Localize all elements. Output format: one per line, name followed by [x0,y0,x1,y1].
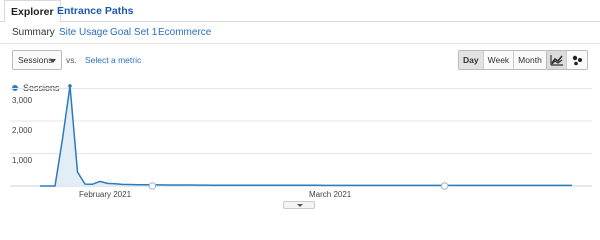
chevron-down-icon [297,204,303,207]
annotation-marker [440,182,449,190]
chart-expand-handle[interactable] [283,201,315,209]
series-area-sessions [40,85,572,186]
sessions-chart [10,84,592,190]
series-line-sessions [40,85,572,187]
annotation-marker [148,182,157,190]
data-point [68,84,72,88]
